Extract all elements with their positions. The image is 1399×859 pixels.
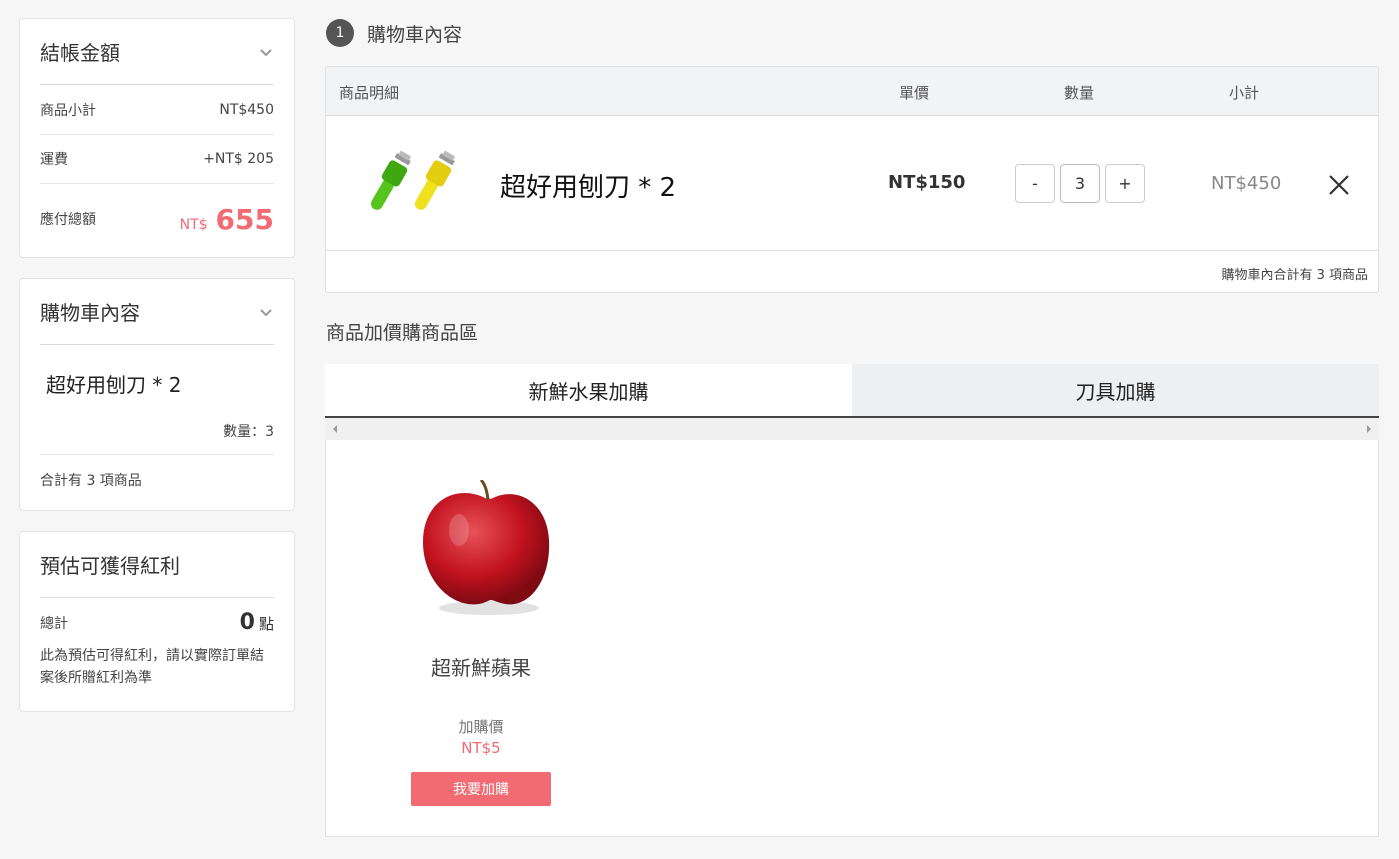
scroll-left-icon[interactable] <box>331 424 339 434</box>
bonus-points: 0 點 <box>240 610 274 635</box>
qty-plus-button[interactable]: + <box>1105 164 1145 203</box>
checkout-summary-card: 結帳金額 商品小計 NT$450 運費 +NT$ 205 應付總額 NT$ 65… <box>19 18 295 258</box>
chevron-down-icon[interactable] <box>258 304 274 320</box>
addon-tabs: 新鮮水果加購 刀具加購 <box>325 364 1379 418</box>
cart-summary-item-name: 超好用刨刀 * 2 <box>46 373 182 397</box>
cart-summary-qty: 數量：3 <box>223 424 274 440</box>
bonus-total-row: 總計 0 點 <box>40 610 274 635</box>
cart-table: 商品明細 單價 數量 小計 超好用刨刀 * 2 NT$150 - 3 + NT$… <box>325 66 1379 293</box>
addon-product-card: 超新鮮蘋果 加購價 NT$5 我要加購 <box>326 440 636 837</box>
addon-price-label: 加購價 <box>458 718 504 736</box>
col-qty: 數量 <box>1064 84 1095 102</box>
addon-product-panel: 超新鮮蘋果 加購價 NT$5 我要加購 <box>325 440 1379 837</box>
step-number: 1 <box>326 19 354 47</box>
total-label: 應付總額 <box>40 212 96 228</box>
total-amount: NT$ 655 <box>180 203 274 236</box>
add-to-cart-button[interactable]: 我要加購 <box>411 772 551 806</box>
total-currency: NT$ <box>179 216 208 233</box>
bonus-header: 預估可獲得紅利 <box>40 532 274 598</box>
col-detail: 商品明細 <box>339 84 400 102</box>
shipping-value: +NT$ 205 <box>203 151 274 167</box>
addon-section-title: 商品加價購商品區 <box>326 322 479 344</box>
step-title: 購物車內容 <box>367 23 463 46</box>
shipping-row: 運費 +NT$ 205 <box>40 135 274 184</box>
bonus-points-unit: 點 <box>258 615 274 633</box>
shipping-label: 運費 <box>40 152 68 168</box>
total-row: 應付總額 NT$ 655 <box>40 184 274 254</box>
chevron-down-icon[interactable] <box>258 44 274 60</box>
cart-table-footer: 購物車內合計有 3 項商品 <box>326 251 1378 292</box>
col-price: 單價 <box>899 84 930 102</box>
peeler-product-image <box>371 150 455 210</box>
cart-item-name[interactable]: 超好用刨刀 * 2 <box>500 167 676 204</box>
cart-footer-text: 購物車內合計有 3 項商品 <box>1221 268 1368 283</box>
cart-table-header: 商品明細 單價 數量 小計 <box>326 67 1378 116</box>
apple-product-image[interactable] <box>417 480 565 620</box>
addon-price-value: NT$5 <box>461 739 501 757</box>
cart-item-row: 超好用刨刀 * 2 NT$150 - 3 + NT$450 <box>326 116 1378 251</box>
bonus-total-label: 總計 <box>40 615 68 632</box>
cart-summary-footer: 合計有 3 項商品 <box>40 473 142 489</box>
cart-summary-item: 超好用刨刀 * 2 數量：3 <box>40 345 274 455</box>
qty-input[interactable]: 3 <box>1060 164 1100 203</box>
subtotal-value: NT$450 <box>219 101 274 118</box>
bonus-points-value: 0 <box>239 610 255 635</box>
tab-knife-addon[interactable]: 刀具加購 <box>852 364 1379 416</box>
checkout-title: 結帳金額 <box>40 41 120 65</box>
cart-summary-header[interactable]: 購物車內容 <box>40 279 274 345</box>
col-subtotal: 小計 <box>1229 84 1260 102</box>
checkout-header[interactable]: 結帳金額 <box>40 19 274 85</box>
bonus-card: 預估可獲得紅利 總計 0 點 此為預估可得紅利，請以實際訂單結案後所贈紅利為準 <box>19 531 295 712</box>
cart-summary-title: 購物車內容 <box>40 301 140 325</box>
tab-fruit-addon[interactable]: 新鮮水果加購 <box>325 364 852 416</box>
horizontal-scrollbar[interactable] <box>325 418 1379 440</box>
close-icon[interactable] <box>1328 174 1350 196</box>
qty-minus-button[interactable]: - <box>1015 164 1055 203</box>
subtotal-row: 商品小計 NT$450 <box>40 85 274 135</box>
bonus-note: 此為預估可得紅利，請以實際訂單結案後所贈紅利為準 <box>40 648 264 686</box>
subtotal-label: 商品小計 <box>40 102 96 119</box>
step-header: 1 購物車內容 <box>326 19 462 47</box>
bonus-title: 預估可獲得紅利 <box>40 554 180 578</box>
addon-product-name[interactable]: 超新鮮蘋果 <box>326 652 636 681</box>
cart-summary-card: 購物車內容 超好用刨刀 * 2 數量：3 合計有 3 項商品 <box>19 278 295 511</box>
cart-item-price: NT$150 <box>888 172 966 193</box>
total-value: 655 <box>215 202 274 236</box>
scroll-right-icon[interactable] <box>1365 424 1373 434</box>
cart-item-subtotal: NT$450 <box>1211 173 1282 194</box>
